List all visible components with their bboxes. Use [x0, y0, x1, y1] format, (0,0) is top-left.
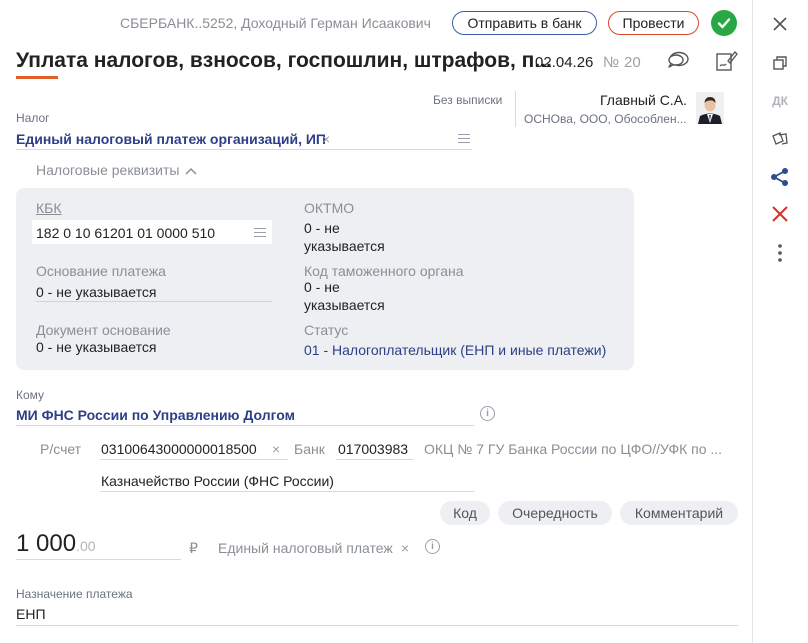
bank-label: Банк — [294, 441, 325, 457]
kbk-value[interactable]: 182 0 10 61201 01 0000 510 — [36, 225, 215, 241]
clear-payment-kind-icon[interactable]: × — [401, 540, 409, 556]
customs-code-label: Код таможенного органа — [304, 263, 464, 279]
tax-label: Налог — [16, 111, 50, 125]
dk-button[interactable]: ДК — [767, 88, 793, 114]
save-button[interactable] — [711, 10, 737, 36]
avatar[interactable] — [696, 92, 724, 124]
close-icon[interactable] — [767, 11, 793, 37]
payment-kind-select[interactable]: Единый налоговый платеж — [218, 540, 393, 556]
tax-underline — [16, 149, 472, 150]
customs-code-value-line2[interactable]: указывается — [304, 297, 385, 313]
bank-name[interactable]: ОКЦ № 7 ГУ Банка России по ЦФО//УФК по .… — [424, 441, 722, 457]
statement-status[interactable]: Без выписки — [433, 93, 502, 107]
kbk-label[interactable]: КБК — [36, 200, 62, 216]
comment-chip[interactable]: Комментарий — [620, 501, 738, 525]
tax-requisites-toggle[interactable]: Налоговые реквизиты — [36, 162, 197, 178]
right-toolbar: ДК — [752, 0, 808, 643]
tax-select[interactable]: Единый налоговый платеж организаций, ИП — [16, 131, 326, 147]
more-icon[interactable] — [767, 240, 793, 266]
delete-icon[interactable] — [767, 201, 793, 227]
amount-field[interactable]: 1 000.00 — [16, 530, 96, 558]
tax-list-icon[interactable] — [458, 134, 470, 143]
tax-requisites-label: Налоговые реквизиты — [36, 162, 180, 178]
number-sign: № — [603, 54, 620, 71]
basis-document-label: Документ основание — [36, 322, 171, 338]
document-form: СБЕРБАНК..5252, Доходный Герман Исаакови… — [0, 0, 752, 643]
oktmo-label: ОКТМО — [304, 200, 355, 216]
status-value[interactable]: 01 - Налогоплательщик (ЕНП и иные платеж… — [304, 342, 606, 358]
recipient-info-icon[interactable]: i — [480, 406, 495, 421]
divider — [515, 91, 516, 127]
oktmo-value-line1[interactable]: 0 - не — [304, 220, 340, 236]
chevron-up-icon — [185, 167, 197, 175]
account-label: Р/счет — [40, 441, 82, 457]
document-number[interactable]: 20 — [624, 54, 641, 71]
payment-basis-value[interactable]: 0 - не указывается — [36, 284, 156, 300]
basis-document-value[interactable]: 0 - не указывается — [36, 339, 156, 355]
payment-basis-underline — [36, 301, 272, 302]
title-accent-underline — [16, 76, 58, 79]
signature-document-icon[interactable] — [714, 49, 738, 76]
recipient-select[interactable]: МИ ФНС России по Управлению Долгом — [16, 407, 295, 423]
purpose-label: Назначение платежа — [16, 587, 133, 601]
check-icon — [717, 18, 731, 29]
purpose-underline — [16, 625, 738, 626]
page-title: Уплата налогов, взносов, госпошлин, штра… — [16, 49, 552, 72]
priority-chip[interactable]: Очередность — [498, 501, 612, 525]
post-button[interactable]: Провести — [608, 11, 699, 35]
signer-details[interactable]: ОСНОва, ООО, Обособлен... — [524, 112, 687, 126]
document-date[interactable]: 02.04.26 — [535, 54, 593, 71]
customs-code-value-line1[interactable]: 0 - не — [304, 279, 340, 295]
bik-value[interactable]: 017003983 — [338, 441, 408, 457]
amount-integer: 1 000 — [16, 530, 77, 557]
payment-kind-info-icon[interactable]: i — [425, 539, 440, 554]
org-line[interactable]: СБЕРБАНК..5252, Доходный Герман Исаакови… — [120, 15, 431, 31]
currency-sign: ₽ — [189, 540, 198, 556]
bik-underline — [336, 459, 414, 460]
copy-icon[interactable] — [767, 50, 793, 76]
recipient-underline — [16, 425, 474, 426]
kbk-list-icon[interactable] — [254, 228, 266, 237]
status-label: Статус — [304, 322, 349, 338]
account-value[interactable]: 03100643000000018500 — [101, 441, 257, 457]
send-to-bank-button[interactable]: Отправить в банк — [452, 11, 597, 35]
treasury-underline — [100, 491, 474, 492]
amount-fraction: .00 — [76, 538, 96, 554]
treasury-value[interactable]: Казначейство России (ФНС России) — [101, 473, 334, 489]
payment-basis-label: Основание платежа — [36, 263, 166, 279]
recipient-label: Кому — [16, 388, 45, 402]
amount-underline — [16, 559, 181, 560]
share-icon[interactable] — [767, 164, 793, 190]
code-chip[interactable]: Код — [440, 501, 490, 525]
account-underline — [100, 459, 288, 460]
purpose-value[interactable]: ЕНП — [16, 606, 46, 622]
oktmo-value-line2[interactable]: указывается — [304, 238, 385, 254]
signer-name[interactable]: Главный С.А. — [600, 92, 687, 108]
chat-icon[interactable] — [666, 50, 690, 75]
clear-account-icon[interactable]: × — [272, 441, 280, 457]
documents-icon[interactable] — [767, 126, 793, 152]
clear-tax-icon[interactable]: × — [322, 131, 330, 147]
